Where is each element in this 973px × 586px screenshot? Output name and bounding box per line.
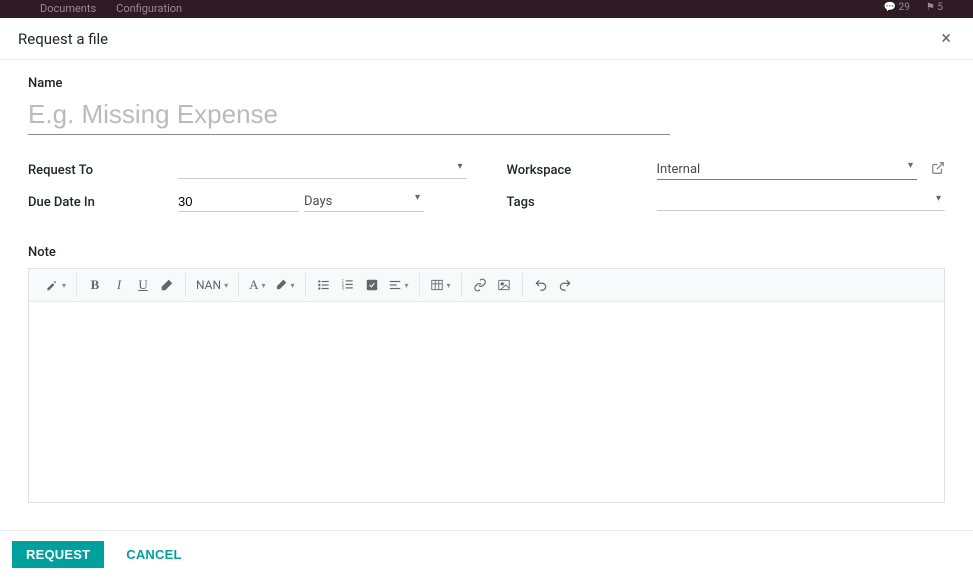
erase-format-icon[interactable] xyxy=(155,273,179,297)
italic-button[interactable]: I xyxy=(107,273,131,297)
note-label: Note xyxy=(28,245,945,260)
topbar-counter-1[interactable]: 💬 29 xyxy=(884,2,910,13)
image-icon[interactable] xyxy=(492,273,516,297)
modal-footer: Request Cancel xyxy=(0,530,973,586)
unordered-list-icon[interactable] xyxy=(312,273,336,297)
topbar-counter-2[interactable]: ⚑ 5 xyxy=(926,2,943,13)
app-topbar: Documents Configuration 💬 29 ⚑ 5 xyxy=(0,0,973,18)
modal-header: Request a file × xyxy=(0,18,973,60)
undo-icon[interactable] xyxy=(529,273,553,297)
name-label: Name xyxy=(28,76,945,91)
checklist-icon[interactable] xyxy=(360,273,384,297)
workspace-select[interactable]: Internal xyxy=(657,160,918,180)
close-icon[interactable]: × xyxy=(937,28,955,49)
paragraph-style-dropdown[interactable]: NAN▾ xyxy=(192,273,232,297)
due-date-number-input[interactable] xyxy=(178,192,298,212)
note-textarea[interactable] xyxy=(29,302,944,502)
cancel-button[interactable]: Cancel xyxy=(112,541,195,568)
ordered-list-icon[interactable]: 123 xyxy=(336,273,360,297)
workspace-label: Workspace xyxy=(507,163,657,178)
highlight-color-dropdown[interactable]: ▾ xyxy=(270,273,299,297)
tags-select[interactable] xyxy=(657,193,946,211)
modal-request-file: Request a file × Name Request To Due Dat… xyxy=(0,18,973,586)
modal-title: Request a file xyxy=(18,30,108,48)
link-icon[interactable] xyxy=(468,273,492,297)
due-date-unit-select[interactable]: Days xyxy=(304,192,424,212)
redo-icon[interactable] xyxy=(553,273,577,297)
table-dropdown[interactable]: ▾ xyxy=(426,273,455,297)
font-color-dropdown[interactable]: A▾ xyxy=(245,273,269,297)
modal-body: Name Request To Due Date In Days xyxy=(0,60,973,530)
name-input[interactable] xyxy=(28,97,670,135)
request-to-label: Request To xyxy=(28,163,178,178)
bold-button[interactable]: B xyxy=(83,273,107,297)
align-dropdown[interactable]: ▾ xyxy=(384,273,413,297)
nav-documents[interactable]: Documents xyxy=(40,2,96,18)
request-button[interactable]: Request xyxy=(12,541,104,568)
svg-text:3: 3 xyxy=(341,286,344,291)
rich-text-editor: ▾ B I U NAN▾ xyxy=(28,268,945,503)
magic-icon[interactable]: ▾ xyxy=(41,273,70,297)
underline-button[interactable]: U xyxy=(131,273,155,297)
nav-configuration[interactable]: Configuration xyxy=(116,2,182,18)
editor-toolbar: ▾ B I U NAN▾ xyxy=(29,269,944,302)
tags-label: Tags xyxy=(507,195,657,210)
due-date-label: Due Date In xyxy=(28,195,178,210)
external-link-icon[interactable] xyxy=(931,161,945,179)
request-to-select[interactable] xyxy=(178,161,467,179)
